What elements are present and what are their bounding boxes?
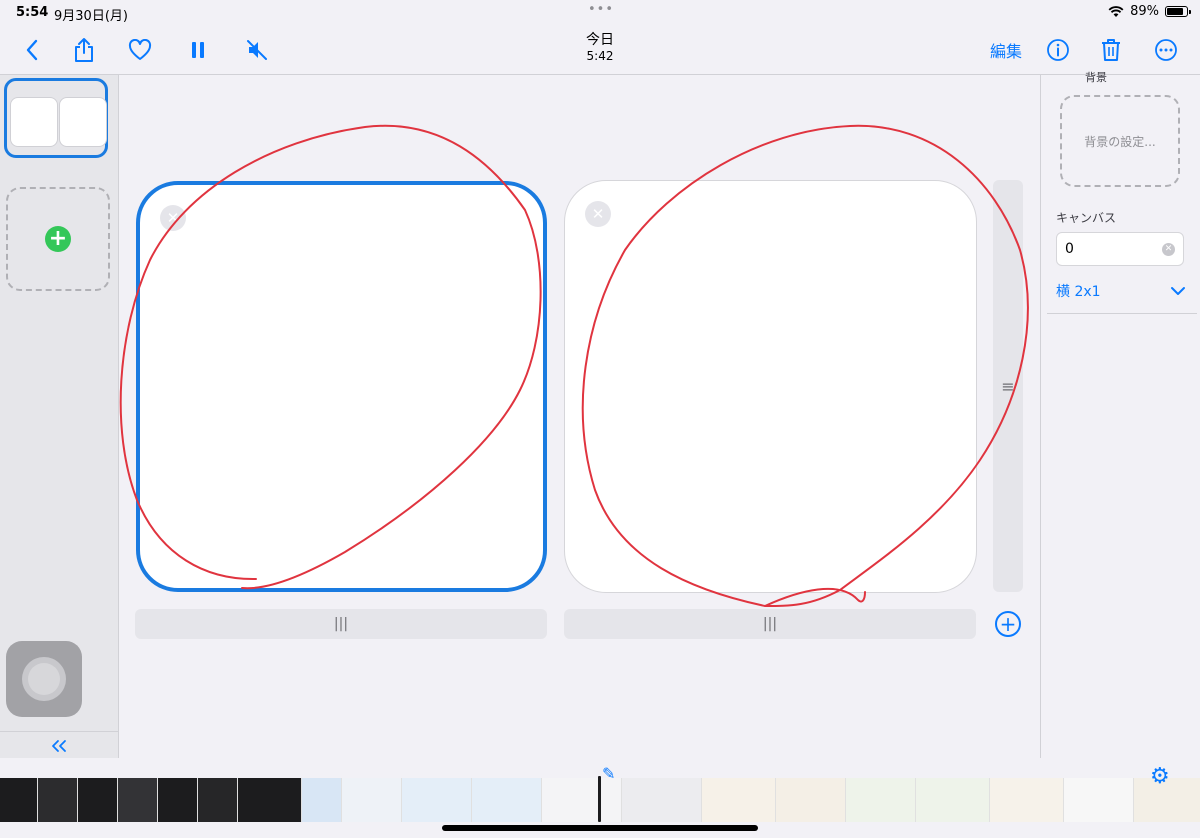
battery-percent: 89% [1130,4,1159,19]
strip-thumbnail[interactable] [118,778,158,822]
gear-icon[interactable]: ⚙ [1150,764,1170,789]
ellipsis-circle-icon [1155,39,1177,61]
favorite-button[interactable] [122,32,158,68]
info-button[interactable] [1040,32,1076,68]
clear-icon[interactable]: ✕ [1162,242,1175,256]
background-label: 背景 [1085,71,1107,84]
chevron-left-icon [26,39,38,61]
canvas-field[interactable]: 0 ✕ [1056,232,1184,266]
pause-icon [192,42,204,58]
thumbnail-cell [59,97,107,147]
plus-icon: + [45,226,71,252]
assistive-touch-button[interactable] [6,641,82,717]
strip-thumbnail[interactable] [238,778,302,822]
delete-button[interactable] [1093,32,1129,68]
status-right: 89% [1108,4,1191,19]
column-2-resize-handle[interactable]: ||| [564,609,976,639]
thumbnail-cell [10,97,58,147]
strip-thumbnail[interactable] [916,778,990,822]
row-resize-handle[interactable]: ≡ [993,180,1023,592]
more-button[interactable] [1148,32,1184,68]
column-1-resize-handle[interactable]: ||| [135,609,547,639]
page-thumbnail-selected[interactable] [4,78,108,158]
chevron-down-icon [1171,287,1185,295]
wifi-icon [1108,5,1124,17]
home-indicator[interactable] [442,825,758,831]
background-setting-button[interactable]: 背景の設定... [1060,95,1180,187]
back-button[interactable] [14,32,50,68]
info-icon [1047,39,1069,61]
strip-thumbnail[interactable] [542,778,622,822]
strip-thumbnail[interactable] [302,778,342,822]
edit-button[interactable]: 編集 [990,38,1022,62]
strip-thumbnail[interactable] [472,778,542,822]
page-subtitle: 5:42 [586,49,614,63]
canvas-cell-1-selected[interactable]: ✕ [136,181,547,592]
page-sidebar: + [0,75,119,758]
battery-icon [1165,6,1191,17]
strip-thumbnail[interactable] [846,778,916,822]
divider [1047,313,1197,314]
layout-select-value: 横 2x1 [1056,284,1101,300]
add-page-button[interactable]: + [6,187,110,291]
close-icon[interactable]: ✕ [585,201,611,227]
page-title: 今日 [586,32,614,48]
strip-thumbnail[interactable] [38,778,78,822]
strip-scrubber[interactable] [598,776,601,822]
trash-icon [1102,39,1120,61]
pause-button[interactable] [180,32,216,68]
status-bar: 5:54 9月30日(月) ••• 89% [0,0,1200,26]
plus-icon: + [999,612,1017,636]
collapse-sidebar-button[interactable] [0,731,118,759]
strip-thumbnail[interactable] [702,778,776,822]
double-chevron-left-icon [52,739,66,752]
strip-thumbnail[interactable] [622,778,702,822]
mute-button[interactable] [239,32,275,68]
canvas-field-value: 0 [1065,241,1074,257]
multitasking-dots[interactable]: ••• [588,2,614,17]
inspector-panel: 背景 背景の設定... キャンバス 0 ✕ 横 2x1 [1040,71,1200,758]
assistive-touch-icon [22,657,66,701]
strip-thumbnail[interactable] [990,778,1064,822]
close-icon[interactable]: ✕ [160,205,186,231]
title-block: 今日 5:42 [550,32,650,64]
strip-thumbnail[interactable] [158,778,198,822]
canvas-label: キャンバス [1056,211,1117,225]
strip-thumbnail[interactable] [776,778,846,822]
share-icon [75,38,93,62]
heart-icon [128,39,152,60]
pencil-icon[interactable]: ✎ [602,764,615,783]
strip-thumbnail[interactable] [78,778,118,822]
strip-thumbnail[interactable] [0,778,38,822]
layout-select[interactable]: 横 2x1 [1056,279,1186,303]
speaker-muted-icon [247,40,267,60]
share-button[interactable] [66,32,102,68]
status-date: 9月30日(月) [54,9,128,24]
add-cell-button[interactable]: + [995,611,1021,637]
canvas-cell-2[interactable]: ✕ [564,180,977,593]
strip-thumbnail[interactable] [1064,778,1134,822]
strip-thumbnail[interactable] [402,778,472,822]
status-time: 5:54 [16,5,49,20]
strip-thumbnail[interactable] [342,778,402,822]
strip-thumbnail[interactable] [198,778,238,822]
toolbar: 今日 5:42 編集 [0,26,1200,75]
